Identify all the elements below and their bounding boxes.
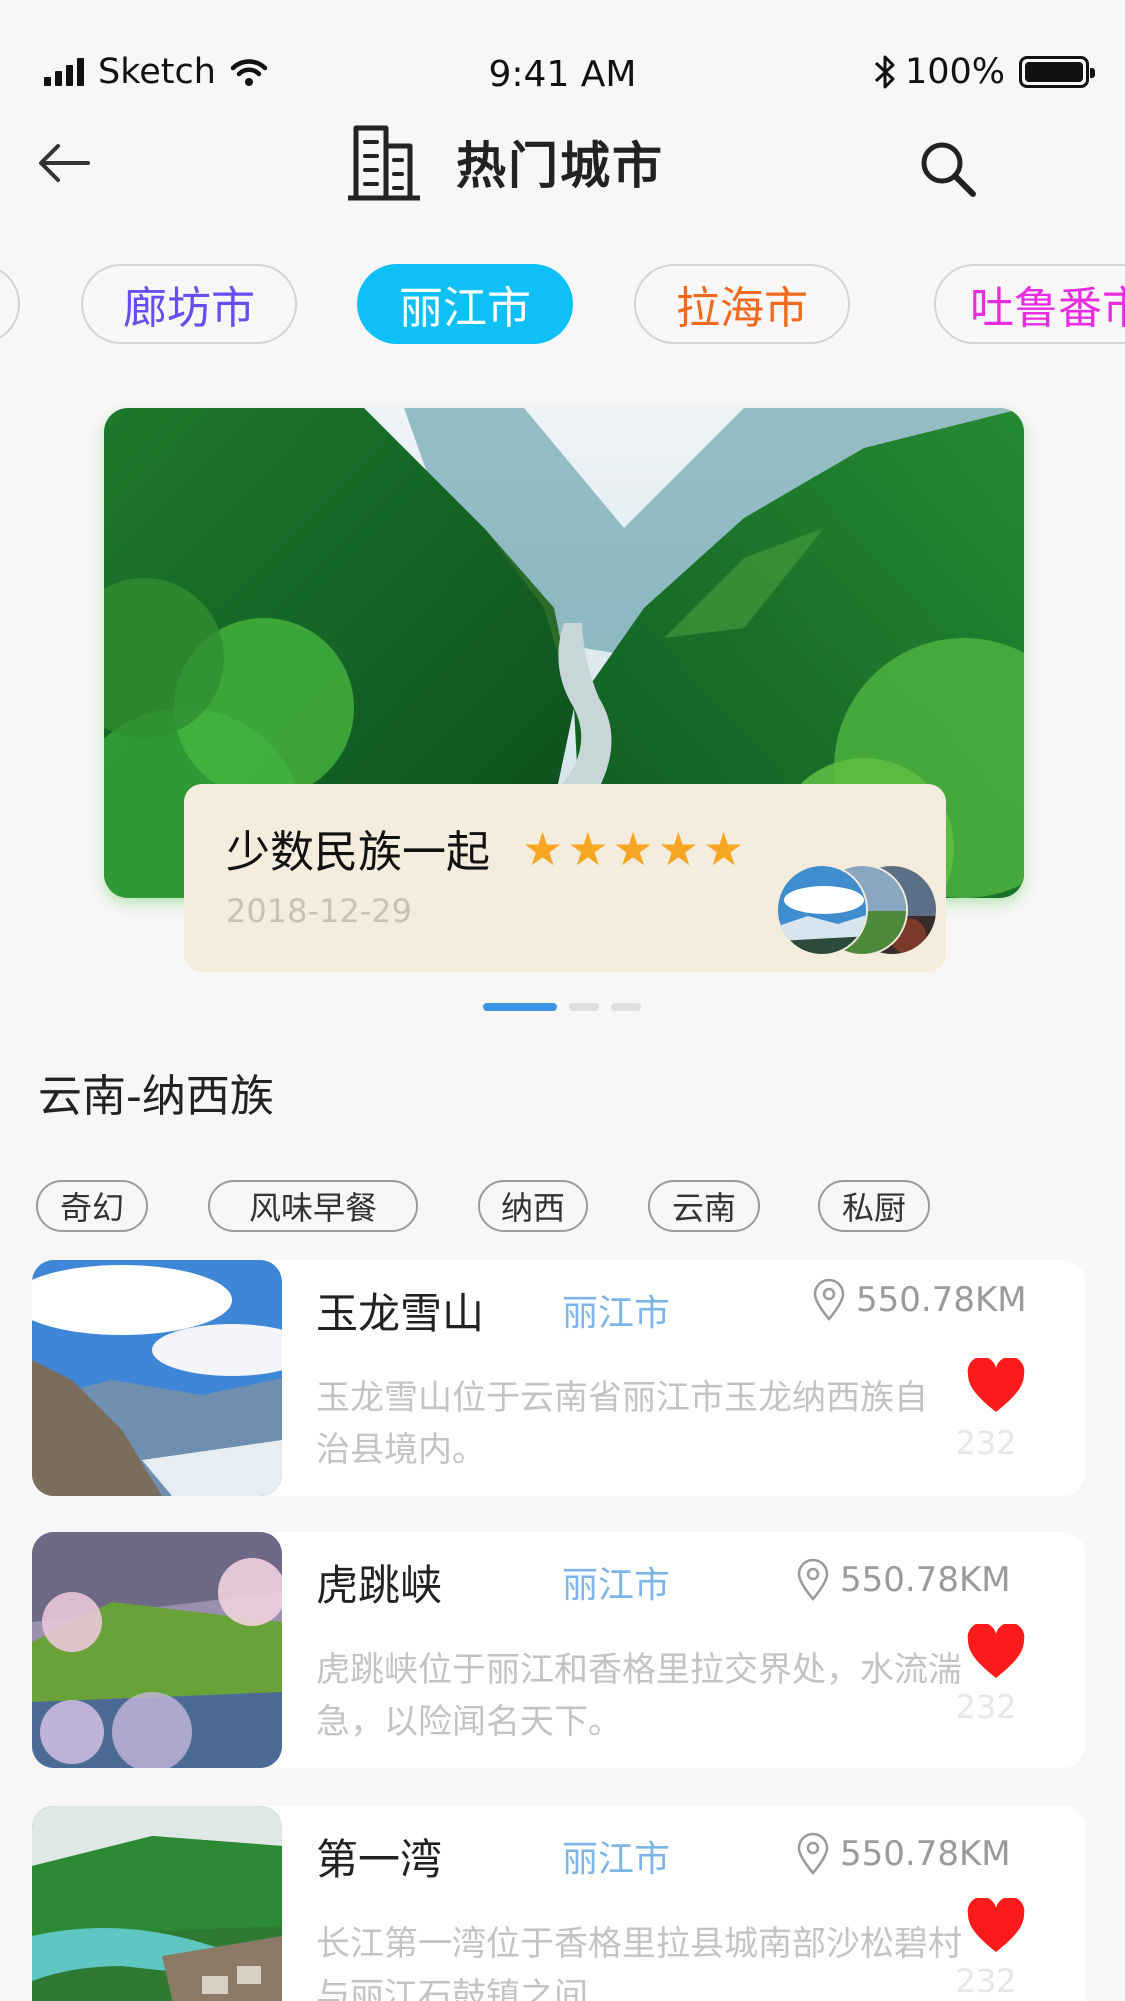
arrow-left-icon[interactable] xyxy=(36,138,96,188)
tag-label: 风味早餐 xyxy=(248,1189,377,1227)
status-right: 100% xyxy=(873,52,1095,92)
avatar-group[interactable] xyxy=(776,864,946,960)
item-name: 虎跳峡 xyxy=(316,1561,443,1610)
tag[interactable]: 奇幻 xyxy=(36,1180,148,1232)
avatar xyxy=(776,864,868,956)
location-pin-icon xyxy=(797,1558,829,1601)
item-thumbnail xyxy=(32,1806,282,2001)
tag-label: 私厨 xyxy=(841,1189,906,1227)
heart-icon[interactable] xyxy=(966,1358,1026,1414)
like-count: 232 xyxy=(955,1962,1017,2000)
chip-label: 丽江市 xyxy=(399,283,531,334)
chip-city-0[interactable]: 廊坊市 xyxy=(81,264,297,344)
tag[interactable]: 私厨 xyxy=(818,1180,930,1232)
location-pin-icon xyxy=(797,1832,829,1875)
tag-label: 云南 xyxy=(671,1189,736,1227)
distance-value: 550.78KM xyxy=(840,1560,1011,1600)
tag-label: 纳西 xyxy=(500,1189,565,1227)
heart-icon[interactable] xyxy=(966,1898,1026,1954)
item-description: 虎跳峡位于丽江和香格里拉交界处，水流湍急，以险闻名天下。 xyxy=(316,1650,962,1742)
banner-date: 2018-12-29 xyxy=(226,892,412,930)
distance-value: 550.78KM xyxy=(856,1280,1027,1320)
bluetooth-icon xyxy=(874,55,895,89)
item-city[interactable]: 丽江市 xyxy=(562,1284,670,1336)
like-count: 232 xyxy=(955,1688,1017,1726)
item-thumbnail xyxy=(32,1532,282,1768)
battery-icon xyxy=(1019,56,1095,88)
tag-row: 奇幻 风味早餐 纳西 云南 私厨 xyxy=(0,1180,1125,1240)
search-icon[interactable] xyxy=(915,136,981,202)
item-description: 玉龙雪山位于云南省丽江市玉龙纳西族自治县境内。 xyxy=(316,1378,928,1470)
chip-city-2[interactable]: 拉海市 xyxy=(634,264,850,344)
like-count: 232 xyxy=(955,1424,1017,1462)
city-chip-bar: 廊坊市 丽江市 拉海市 吐鲁番市 xyxy=(0,264,1125,348)
nav-title-group: 热门城市 xyxy=(346,122,664,202)
chip-partial-left[interactable] xyxy=(0,264,20,344)
carousel-dot xyxy=(569,1003,599,1011)
item-description: 长江第一湾位于香格里拉县城南部沙松碧村与丽江石鼓镇之间 xyxy=(316,1924,962,2001)
building-icon xyxy=(348,125,420,201)
item-distance: 550.78KM xyxy=(812,1278,1027,1322)
list-item[interactable]: 虎跳峡 丽江市 550.78KM 虎跳峡位于丽江和香格里拉交界处，水流湍急，以险… xyxy=(32,1532,1086,1768)
carousel-indicator xyxy=(483,1003,641,1011)
item-city[interactable]: 丽江市 xyxy=(562,1556,670,1608)
chip-label: 吐鲁番市 xyxy=(970,283,1125,334)
heart-icon[interactable] xyxy=(966,1624,1026,1680)
item-name: 第一湾 xyxy=(316,1835,443,1884)
chip-city-1[interactable]: 丽江市 xyxy=(357,264,573,344)
chip-city-3[interactable]: 吐鲁番市 xyxy=(934,264,1125,344)
item-city[interactable]: 丽江市 xyxy=(562,1830,670,1882)
item-distance: 550.78KM xyxy=(796,1558,1011,1602)
battery-percent: 100% xyxy=(904,52,1005,92)
list-item[interactable]: 第一湾 丽江市 550.78KM 长江第一湾位于香格里拉县城南部沙松碧村与丽江石… xyxy=(32,1806,1086,2001)
location-pin-icon xyxy=(813,1278,845,1321)
chip-label: 拉海市 xyxy=(676,283,808,334)
tag[interactable]: 纳西 xyxy=(478,1180,588,1232)
distance-value: 550.78KM xyxy=(840,1834,1011,1874)
item-thumbnail xyxy=(32,1260,282,1496)
tag[interactable]: 云南 xyxy=(648,1180,760,1232)
section-title: 云南-纳西族 xyxy=(38,1071,274,1122)
tag[interactable]: 风味早餐 xyxy=(208,1180,418,1232)
item-name: 玉龙雪山 xyxy=(316,1289,485,1338)
nav-bar: 热门城市 xyxy=(0,118,1125,218)
banner-title: 少数民族一起 xyxy=(226,827,490,878)
carousel-dot xyxy=(611,1003,641,1011)
star-rating-icon: ★★★★★ xyxy=(522,822,749,876)
tag-label: 奇幻 xyxy=(59,1189,124,1227)
banner-info-card[interactable]: 少数民族一起 ★★★★★ 2018-12-29 xyxy=(184,784,946,972)
list-item[interactable]: 玉龙雪山 丽江市 550.78KM 玉龙雪山位于云南省丽江市玉龙纳西族自治县境内… xyxy=(32,1260,1086,1496)
page-title: 热门城市 xyxy=(456,137,664,195)
carousel-dot-active xyxy=(483,1003,557,1011)
chip-label: 廊坊市 xyxy=(123,283,255,334)
item-distance: 550.78KM xyxy=(796,1832,1011,1876)
